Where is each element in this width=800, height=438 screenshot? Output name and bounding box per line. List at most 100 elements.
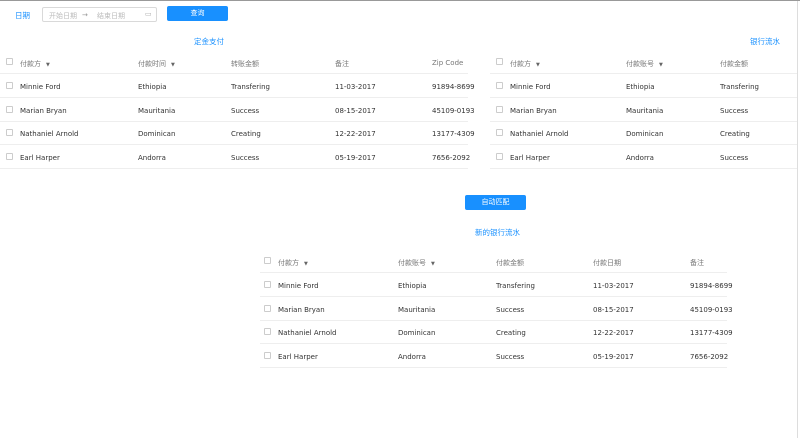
table-row: Minnie Ford Ethiopia Transfering 11-03-2017… xyxy=(260,274,733,297)
table-row: Marian Bryan Mauritania Success xyxy=(490,99,797,122)
date-label: 日期 xyxy=(15,11,30,20)
start-date-input[interactable]: 开始日期 xyxy=(49,11,77,21)
cell: 08-15-2017 xyxy=(335,107,376,115)
cell: Transfering xyxy=(231,83,270,91)
column-header: 备注 xyxy=(335,60,349,68)
table-cell: 13177-4309 xyxy=(432,130,475,138)
row-checkbox[interactable] xyxy=(6,152,13,160)
row-checkbox[interactable] xyxy=(496,105,503,113)
row-checkbox[interactable] xyxy=(6,129,13,136)
table-row: Earl Harper Andorra Success xyxy=(490,146,797,169)
row-checkbox[interactable] xyxy=(264,304,271,312)
cell: Minnie Ford xyxy=(20,83,61,91)
cell: Nathaniel Arnold xyxy=(20,130,79,138)
table-cell: Ethiopia xyxy=(398,282,427,290)
sort-caret-icon[interactable]: ▼ xyxy=(304,261,308,267)
column-header-cell: 转账金额 xyxy=(231,59,259,69)
table-header: 付款方 ▼ 付款时间 ▼ 转账金额 备注 Zip Code xyxy=(0,51,468,74)
table-cell: Nathaniel Arnold xyxy=(510,130,569,138)
table-cell: Nathaniel Arnold xyxy=(278,329,337,337)
column-header-cell[interactable]: 付款时间 ▼ xyxy=(138,59,175,69)
select-all-checkbox[interactable] xyxy=(264,257,271,264)
row-checkbox[interactable] xyxy=(496,152,503,160)
table-header: 付款方 ▼ 付款账号 ▼ 付款金额 付款日期 备注 xyxy=(260,250,727,273)
table-cell: Earl Harper xyxy=(278,352,318,361)
table-cell: Mauritania xyxy=(138,106,176,115)
table-row: Minnie Ford Ethiopia Transfering 11-03-2017… xyxy=(0,75,475,98)
cell: Earl Harper xyxy=(20,154,60,162)
table-cell: 05-19-2017 xyxy=(593,352,634,361)
table-header: 付款方 ▼ 付款账号 ▼ 付款金额 xyxy=(490,51,797,74)
cell: Minnie Ford xyxy=(510,83,551,91)
column-header: 备注 xyxy=(690,259,704,267)
table-cell: Success xyxy=(231,106,260,115)
column-header-cell[interactable]: 付款方 ▼ xyxy=(278,258,308,268)
table-cell: Transfering xyxy=(496,282,535,290)
table-row: Earl Harper Andorra Success 05-19-2017 7656-… xyxy=(0,146,470,169)
table-cell: 05-19-2017 xyxy=(335,153,376,162)
sort-caret-icon[interactable]: ▼ xyxy=(171,62,175,68)
table-cell: Andorra xyxy=(626,153,654,162)
sort-caret-icon[interactable]: ▼ xyxy=(536,62,540,68)
auto-match-button[interactable]: 自动匹配 xyxy=(465,195,526,210)
column-header: Zip Code xyxy=(432,59,464,67)
column-header-cell[interactable]: 付款账号 ▼ xyxy=(626,59,663,69)
table-cell: 45109-0193 xyxy=(432,106,475,115)
end-date-input[interactable]: 结束日期 xyxy=(97,11,125,21)
table-cell: Dominican xyxy=(626,130,664,138)
calendar-icon: ▭ xyxy=(145,10,152,18)
cell: Minnie Ford xyxy=(278,282,319,290)
table-cell: Ethiopia xyxy=(138,83,167,91)
sort-caret-icon[interactable]: ▼ xyxy=(46,62,50,68)
column-header-cell: 付款金额 xyxy=(720,59,748,69)
table-cell: 08-15-2017 xyxy=(335,106,376,115)
row-checkbox[interactable] xyxy=(264,328,271,335)
cell: Nathaniel Arnold xyxy=(278,329,337,337)
cell: Creating xyxy=(496,329,526,337)
cell: Marian Bryan xyxy=(510,107,557,115)
table-cell: Success xyxy=(231,153,260,162)
table-cell: Marian Bryan xyxy=(510,106,557,115)
cell: Success xyxy=(231,154,259,162)
row-checkbox[interactable] xyxy=(6,82,13,89)
new-bank-title: 新的银行流水 xyxy=(475,228,520,237)
row-checkbox[interactable] xyxy=(496,82,503,89)
table-cell: Nathaniel Arnold xyxy=(20,130,79,138)
cell: Mauritania xyxy=(398,306,435,314)
table-row: Nathaniel Arnold Dominican Creating 12-22-2… xyxy=(0,122,475,145)
cell: 7656-2092 xyxy=(432,154,470,162)
select-all-checkbox[interactable] xyxy=(496,58,503,65)
column-header-cell[interactable]: 付款方 ▼ xyxy=(20,59,50,69)
row-checkbox[interactable] xyxy=(496,129,503,136)
page-scrollbar[interactable] xyxy=(797,1,798,438)
sort-caret-icon[interactable]: ▼ xyxy=(659,62,663,68)
select-all-checkbox[interactable] xyxy=(6,58,13,65)
cell: 05-19-2017 xyxy=(335,154,376,162)
table-cell: Transfering xyxy=(231,83,270,91)
table-cell: 91894-8699 xyxy=(432,83,475,91)
cell: 08-15-2017 xyxy=(593,306,634,314)
table-row: Nathaniel Arnold Dominican Creating 12-22-2… xyxy=(260,321,733,344)
cell: Earl Harper xyxy=(278,353,318,361)
cell: Andorra xyxy=(398,353,426,361)
column-header-cell: 付款金额 xyxy=(496,258,524,268)
column-header-cell[interactable]: 付款方 ▼ xyxy=(510,59,540,69)
table-row: Earl Harper Andorra Success 05-19-2017 7656-… xyxy=(260,345,728,368)
date-range-picker[interactable]: 开始日期 → 结束日期 ▭ xyxy=(42,7,157,22)
column-header-cell: 备注 xyxy=(335,59,349,69)
table-cell: Ethiopia xyxy=(626,83,655,91)
row-checkbox[interactable] xyxy=(264,351,271,359)
table-cell: Mauritania xyxy=(626,106,664,115)
column-header: 付款账号 xyxy=(398,259,426,267)
table-cell: Earl Harper xyxy=(20,153,60,162)
column-header-cell[interactable]: 付款账号 ▼ xyxy=(398,258,435,268)
cell: 7656-2092 xyxy=(690,353,728,361)
column-header: 付款金额 xyxy=(496,259,524,267)
query-button[interactable]: 查询 xyxy=(167,6,228,21)
table-cell: Transfering xyxy=(720,83,759,91)
bank-title: 银行流水 xyxy=(750,37,780,46)
cell: Dominican xyxy=(138,130,175,138)
row-checkbox[interactable] xyxy=(6,105,13,113)
sort-caret-icon[interactable]: ▼ xyxy=(431,261,435,267)
row-checkbox[interactable] xyxy=(264,281,271,288)
